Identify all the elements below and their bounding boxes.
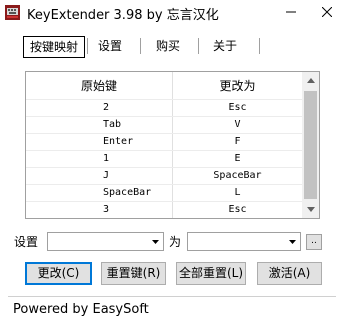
reset-key-button[interactable]: 重置键(R) — [101, 262, 166, 285]
change-to-select[interactable] — [187, 232, 301, 251]
change-button[interactable]: 更改(C) — [25, 262, 92, 285]
tab-divider — [140, 38, 141, 54]
status-separator — [8, 296, 336, 297]
table-row[interactable]: 1 E — [26, 151, 302, 167]
change-to-dropdown-button[interactable] — [284, 233, 300, 250]
cell-change-to: E — [234, 153, 241, 164]
scrollbar-thumb[interactable] — [304, 91, 317, 199]
original-key-select[interactable] — [47, 232, 164, 251]
reset-all-button[interactable]: 全部重置(L) — [176, 262, 246, 285]
column-header-change-to[interactable]: 更改为 — [173, 72, 302, 100]
close-icon — [322, 7, 332, 17]
scroll-down-button[interactable] — [302, 201, 319, 218]
table-row[interactable]: Tab V — [26, 117, 302, 133]
table-row[interactable]: Enter F — [26, 134, 302, 150]
app-window: KeyExtender 3.98 by 忘言汉化 按键映射 设置 购买 关于 原… — [0, 0, 344, 324]
more-button[interactable]: .. — [306, 234, 322, 250]
cell-change-to: F — [234, 136, 241, 147]
tab-key-mapping[interactable]: 按键映射 — [23, 36, 85, 58]
cell-change-to: SpaceBar — [213, 170, 262, 181]
triangle-up-icon — [306, 78, 315, 83]
cell-original-key: 3 — [103, 204, 110, 215]
tab-settings[interactable]: 设置 — [91, 36, 129, 56]
activate-button[interactable]: 激活(A) — [257, 262, 322, 285]
cell-original-key: 1 — [103, 153, 110, 164]
title-bar[interactable]: KeyExtender 3.98 by 忘言汉化 — [0, 0, 344, 26]
window-title: KeyExtender 3.98 by 忘言汉化 — [27, 8, 219, 23]
triangle-down-icon — [306, 207, 315, 212]
cell-change-to: V — [234, 119, 241, 130]
cell-original-key: J — [103, 170, 110, 181]
cell-original-key: Enter — [103, 136, 134, 147]
cell-change-to: Esc — [228, 204, 247, 215]
cell-change-to: Esc — [228, 102, 247, 113]
cell-change-to: L — [234, 187, 241, 198]
tab-buy[interactable]: 购买 — [148, 36, 188, 56]
chevron-down-icon — [288, 239, 296, 244]
vertical-scrollbar[interactable] — [302, 72, 319, 218]
tab-divider — [198, 38, 199, 54]
cell-original-key: SpaceBar — [103, 187, 152, 198]
original-key-dropdown-button[interactable] — [147, 233, 163, 250]
mapping-table[interactable]: 原始键 更改为 2 Esc Tab V Enter F 1 E J SpaceB… — [25, 71, 320, 219]
cell-original-key: Tab — [103, 119, 122, 130]
tab-divider — [87, 38, 88, 54]
tab-divider — [259, 38, 260, 54]
table-row[interactable]: SpaceBar L — [26, 185, 302, 201]
tab-about[interactable]: 关于 — [205, 36, 245, 56]
table-row[interactable]: 2 Esc — [26, 100, 302, 116]
close-button[interactable] — [313, 0, 341, 24]
set-label: 设置 — [14, 235, 39, 249]
table-row[interactable]: J SpaceBar — [26, 168, 302, 184]
minimize-icon — [286, 11, 296, 13]
table-row[interactable]: 3 Esc — [26, 202, 302, 218]
status-text: Powered by EasySoft — [13, 302, 149, 317]
chevron-down-icon — [151, 239, 159, 244]
minimize-button[interactable] — [277, 0, 305, 24]
column-header-original-key[interactable]: 原始键 — [26, 72, 172, 100]
to-label: 为 — [169, 235, 182, 249]
app-icon — [5, 5, 20, 20]
table-header: 原始键 更改为 — [26, 72, 302, 100]
cell-original-key: 2 — [103, 102, 110, 113]
scroll-up-button[interactable] — [302, 72, 319, 89]
